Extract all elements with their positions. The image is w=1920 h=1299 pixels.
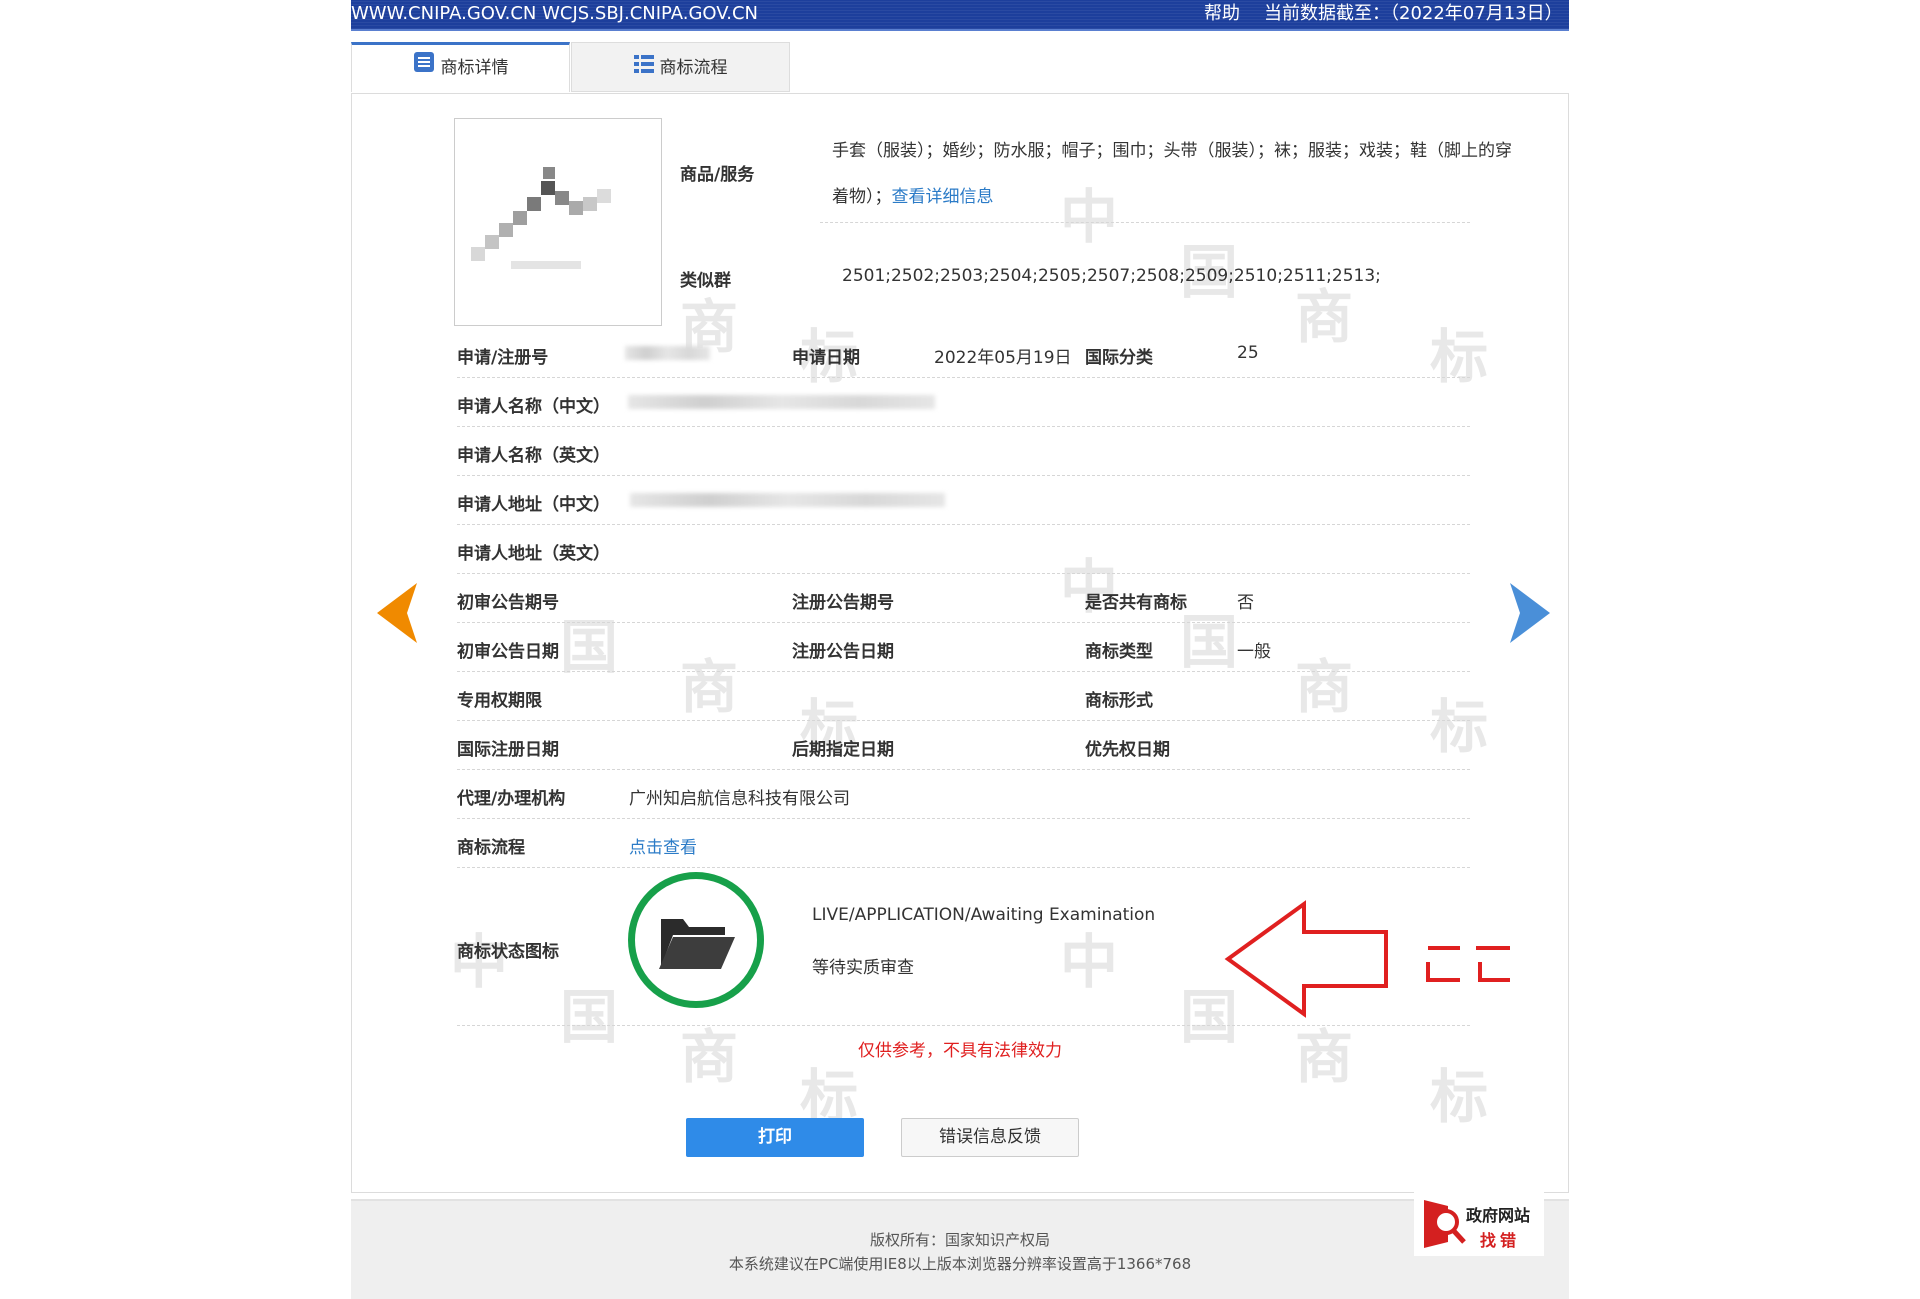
- divider: [457, 1025, 1470, 1026]
- folder-icon: [657, 909, 737, 977]
- tm-type-value: 一般: [1237, 642, 1271, 662]
- goods-services-tail: 着物）；: [832, 187, 892, 207]
- goods-services-line1: 手套（服装）；婚纱；防水服；帽子；围巾；头带（服装）；袜；服装；戏装；鞋（脚上的…: [832, 141, 1512, 161]
- redacted-reg-no: [625, 346, 710, 360]
- red-arrow-annotation: [1224, 900, 1390, 1022]
- intl-class-value: 25: [1237, 343, 1259, 363]
- tm-form-label: 商标形式: [1085, 691, 1153, 711]
- exclusive-term-label: 专用权期限: [457, 691, 542, 711]
- tab-label: 商标流程: [659, 58, 728, 78]
- gov-badge-line1: 政府网站: [1466, 1206, 1531, 1225]
- legal-disclaimer: 仅供参考，不具有法律效力: [858, 1041, 1062, 1061]
- status-icon-label: 商标状态图标: [457, 942, 559, 962]
- divider: [457, 622, 1470, 623]
- divider: [457, 475, 1470, 476]
- tab-trademark-details[interactable]: 商标详情: [351, 42, 570, 92]
- view-flow-link[interactable]: 点击查看: [629, 833, 697, 858]
- reg-no-label: 申请/注册号: [457, 348, 549, 368]
- reg-pub-date-label: 注册公告日期: [792, 642, 894, 662]
- help-link[interactable]: 帮助: [1204, 0, 1240, 28]
- gov-site-error-report-badge[interactable]: 政府网站 找错: [1414, 1192, 1544, 1256]
- red-mark-annotation: [1424, 940, 1514, 990]
- goods-services-label: 商品/服务: [680, 165, 755, 185]
- divider: [457, 426, 1470, 427]
- status-ring: [628, 872, 764, 1008]
- prelim-no-label: 初审公告期号: [457, 593, 559, 613]
- shared-mark-value: 否: [1237, 593, 1254, 613]
- agent-value: 广州知启航信息科技有限公司: [629, 789, 850, 809]
- top-header-bar: WWW.CNIPA.GOV.CN WCJS.SBJ.CNIPA.GOV.CN 帮…: [351, 0, 1569, 31]
- divider: [457, 524, 1470, 525]
- divider: [820, 222, 1470, 223]
- address-en-label: 申请人地址（英文）: [457, 544, 610, 564]
- left-arrow-icon[interactable]: [377, 583, 419, 647]
- tab-trademark-flow[interactable]: 商标流程: [571, 42, 790, 92]
- goods-services-line2: 着物）；查看详细信息: [832, 182, 994, 207]
- divider: [457, 867, 1470, 868]
- site-urls[interactable]: WWW.CNIPA.GOV.CN WCJS.SBJ.CNIPA.GOV.CN: [351, 0, 758, 28]
- divider: [457, 671, 1470, 672]
- view-details-link[interactable]: 查看详细信息: [892, 187, 994, 207]
- shared-mark-label: 是否共有商标: [1085, 593, 1187, 613]
- intl-reg-date-label: 国际注册日期: [457, 740, 559, 760]
- copyright-text: 版权所有：国家知识产权局: [869, 1231, 1050, 1249]
- search-icon: [1422, 1198, 1466, 1254]
- later-designation-date-label: 后期指定日期: [792, 740, 894, 760]
- tm-type-label: 商标类型: [1085, 642, 1153, 662]
- redacted-applicant-cn: [628, 395, 935, 409]
- tab-bar: 商标详情 商标流程: [351, 42, 793, 93]
- divider: [457, 377, 1470, 378]
- divider: [457, 818, 1470, 819]
- intl-class-label: 国际分类: [1085, 348, 1153, 368]
- similar-group-label: 类似群: [680, 271, 731, 291]
- print-button[interactable]: 打印: [686, 1118, 864, 1157]
- reg-pub-no-label: 注册公告期号: [792, 593, 894, 613]
- divider: [457, 769, 1470, 770]
- browser-note: 本系统建议在PC端使用IE8以上版本浏览器分辨率设置高于1366*768: [728, 1255, 1192, 1273]
- app-date-value: 2022年05月19日: [934, 348, 1072, 368]
- applicant-cn-label: 申请人名称（中文）: [457, 397, 610, 417]
- applicant-en-label: 申请人名称（英文）: [457, 446, 610, 466]
- divider: [457, 573, 1470, 574]
- data-date-label: 当前数据截至：（2022年07月13日）: [1264, 3, 1563, 24]
- list-icon: [413, 45, 435, 91]
- address-cn-label: 申请人地址（中文）: [457, 495, 610, 515]
- similar-group-value: 2501;2502;2503;2504;2505;2507;2508;2509;…: [842, 266, 1381, 286]
- flow-label: 商标流程: [457, 838, 525, 858]
- gov-badge-line2: 找错: [1480, 1231, 1521, 1250]
- grid-list-icon: [633, 43, 654, 93]
- priority-date-label: 优先权日期: [1085, 740, 1170, 760]
- footer: 版权所有：国家知识产权局 本系统建议在PC端使用IE8以上版本浏览器分辨率设置高…: [351, 1199, 1569, 1299]
- status-cn: 等待实质审查: [812, 958, 914, 978]
- feedback-button[interactable]: 错误信息反馈: [901, 1118, 1079, 1157]
- right-arrow-icon[interactable]: [1508, 583, 1550, 647]
- status-en: LIVE/APPLICATION/Awaiting Examination: [812, 905, 1156, 925]
- prelim-date-label: 初审公告日期: [457, 642, 559, 662]
- trademark-image[interactable]: [454, 118, 662, 326]
- divider: [457, 720, 1470, 721]
- tab-label: 商标详情: [440, 58, 509, 78]
- app-date-label: 申请日期: [792, 348, 860, 368]
- redacted-address-cn: [630, 493, 945, 507]
- agent-label: 代理/办理机构: [457, 789, 566, 809]
